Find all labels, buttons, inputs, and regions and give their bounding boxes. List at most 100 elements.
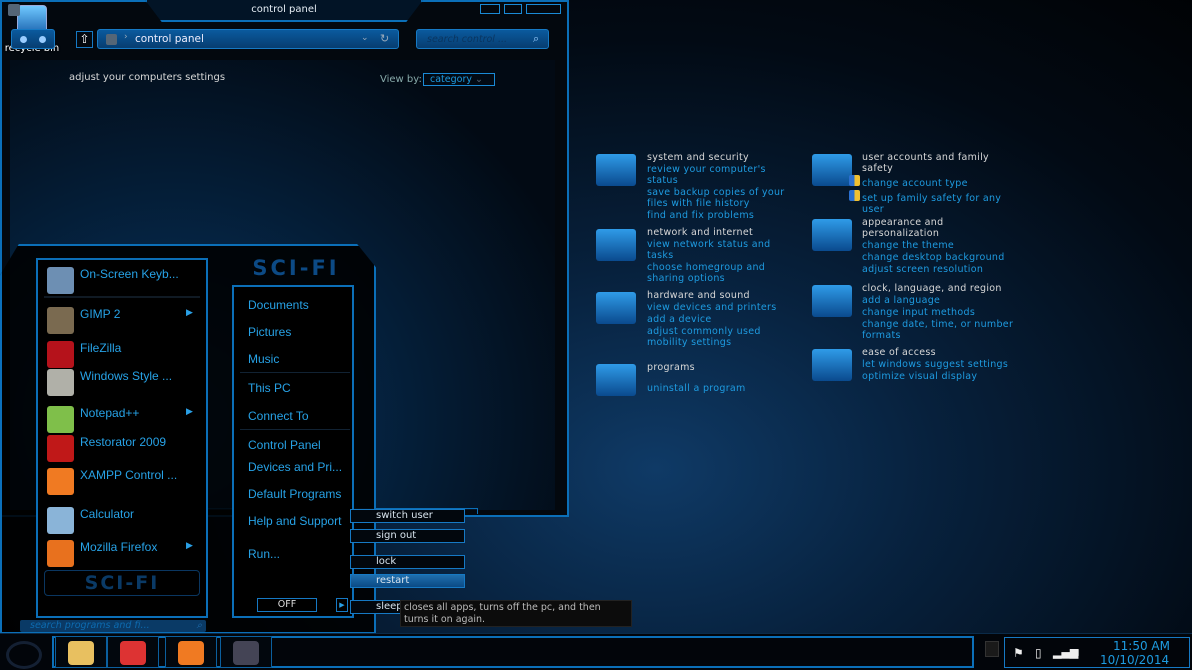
link-text[interactable]: choose homegroup and sharing options — [647, 262, 765, 284]
submenu-arrow-icon[interactable]: ▶ — [186, 308, 193, 318]
taskbar-button-chrome[interactable] — [107, 636, 159, 668]
link-text[interactable]: let windows suggest settings — [862, 359, 1008, 370]
users-icon[interactable] — [812, 154, 852, 186]
close-button[interactable] — [526, 4, 561, 14]
clock-time[interactable]: 11:50 AM — [1113, 639, 1170, 653]
minimize-button[interactable] — [480, 4, 500, 14]
action-center-flag-icon[interactable]: ⚑ — [1013, 646, 1024, 660]
power-menu-item[interactable]: sign out — [350, 529, 465, 543]
program-item[interactable]: Restorator 2009 — [80, 435, 166, 449]
place-item[interactable]: Pictures — [248, 325, 291, 339]
back-icon[interactable] — [20, 36, 27, 43]
monitor-shield-icon[interactable] — [596, 154, 636, 186]
submenu-arrow-icon[interactable]: ▶ — [186, 541, 193, 551]
start-search-input[interactable]: search programs and fi... ⌕ — [20, 620, 206, 632]
category-link[interactable]: review your computer's status — [647, 164, 797, 186]
place-item[interactable]: Run... — [248, 547, 280, 561]
taskbar-button-music[interactable] — [220, 636, 272, 668]
link-text[interactable]: change date, time, or number formats — [862, 319, 1013, 341]
link-text[interactable]: change account type — [862, 178, 968, 189]
category-link[interactable]: change the theme — [862, 240, 1017, 251]
shutdown-button[interactable]: OFF — [257, 598, 317, 612]
clock-date[interactable]: 10/10/2014 — [1100, 653, 1169, 667]
palette-icon[interactable] — [812, 219, 852, 251]
place-item[interactable]: Control Panel — [248, 438, 321, 452]
place-item[interactable]: Devices and Pri... — [248, 460, 342, 474]
link-text[interactable]: change desktop background — [862, 252, 1005, 263]
category-link[interactable]: choose homegroup and sharing options — [647, 262, 797, 284]
power-menu-item[interactable]: switch user — [350, 509, 465, 523]
category-title[interactable]: appearance and personalization — [862, 217, 1017, 239]
program-item[interactable]: Notepad++ — [80, 406, 139, 420]
maximize-button[interactable] — [504, 4, 522, 14]
address-bar[interactable]: › control panel ⌄ ↻ — [97, 29, 399, 49]
gamepad-icon[interactable] — [596, 292, 636, 324]
category-link[interactable]: uninstall a program — [647, 383, 797, 394]
refresh-icon[interactable]: ↻ — [380, 32, 389, 45]
search-icon[interactable]: ⌕ — [533, 32, 539, 46]
program-item[interactable]: On-Screen Keyb... — [80, 267, 179, 281]
place-item[interactable]: Default Programs — [248, 487, 341, 501]
link-text[interactable]: change input methods — [862, 307, 975, 318]
link-text[interactable]: optimize visual display — [862, 371, 977, 382]
category-title[interactable]: ease of access — [862, 347, 1017, 358]
show-hidden-icons-button[interactable] — [985, 641, 999, 657]
category-link[interactable]: find and fix problems — [647, 210, 797, 221]
submenu-arrow-icon[interactable]: ▶ — [186, 407, 193, 417]
place-item[interactable]: Music — [248, 352, 279, 366]
link-text[interactable]: change the theme — [862, 240, 954, 251]
category-link[interactable]: save backup copies of your files with fi… — [647, 187, 797, 209]
category-link[interactable]: add a device — [647, 314, 797, 325]
breadcrumb[interactable]: control panel — [135, 33, 204, 45]
up-arrow-icon[interactable]: ⇧ — [76, 31, 93, 48]
category-title[interactable]: clock, language, and region — [862, 283, 1017, 294]
taskbar-button-file-explorer[interactable] — [55, 636, 107, 668]
category-link[interactable]: change input methods — [862, 307, 1017, 318]
volume-icon[interactable]: 🔈︎ — [1075, 645, 1082, 660]
link-text[interactable]: view network status and tasks — [647, 239, 770, 261]
category-link[interactable]: adjust commonly used mobility settings — [647, 326, 797, 348]
link-text[interactable]: view devices and printers — [647, 302, 776, 313]
place-item[interactable]: This PC — [248, 381, 291, 395]
link-text[interactable]: save backup copies of your files with fi… — [647, 187, 784, 209]
category-title[interactable]: network and internet — [647, 227, 797, 238]
search-input[interactable]: search control ... ⌕ — [416, 29, 549, 49]
category-link[interactable]: adjust screen resolution — [862, 264, 1017, 275]
program-item[interactable]: Mozilla Firefox — [80, 540, 157, 554]
category-link[interactable]: set up family safety for any user — [849, 190, 1017, 215]
start-button[interactable] — [6, 641, 42, 669]
link-text[interactable]: adjust commonly used mobility settings — [647, 326, 761, 348]
category-link[interactable]: add a language — [862, 295, 1017, 306]
category-link[interactable]: view devices and printers — [647, 302, 797, 313]
category-link[interactable]: change desktop background — [862, 252, 1017, 263]
place-item[interactable]: Connect To — [248, 409, 309, 423]
power-menu-item[interactable]: lock — [350, 555, 465, 569]
search-icon[interactable]: ⌕ — [197, 620, 202, 632]
gear-folder-icon[interactable] — [596, 364, 636, 396]
ease-access-icon[interactable] — [812, 349, 852, 381]
power-menu-item[interactable]: restart — [350, 574, 465, 588]
program-item[interactable]: Windows Style ... — [80, 369, 172, 383]
power-options-arrow-icon[interactable]: ▶ — [336, 598, 348, 612]
category-link[interactable]: let windows suggest settings — [862, 359, 1017, 370]
clock-folder-icon[interactable] — [812, 285, 852, 317]
category-title[interactable]: system and security — [647, 152, 797, 163]
category-link[interactable]: change account type — [849, 175, 1017, 189]
place-item[interactable]: Help and Support — [248, 514, 341, 528]
view-by-dropdown[interactable]: category ⌄ — [423, 73, 495, 86]
program-item[interactable]: GIMP 2 — [80, 307, 120, 321]
link-text[interactable]: review your computer's status — [647, 164, 766, 186]
category-link[interactable]: view network status and tasks — [647, 239, 797, 261]
chevron-down-icon[interactable]: ⌄ — [361, 33, 369, 43]
taskbar-button-xampp[interactable] — [165, 636, 217, 668]
battery-icon[interactable]: ▯ — [1035, 646, 1042, 660]
place-item[interactable]: Documents — [248, 298, 309, 312]
link-text[interactable]: adjust screen resolution — [862, 264, 983, 275]
category-title[interactable]: programs — [647, 362, 797, 373]
program-item[interactable]: Calculator — [80, 507, 134, 521]
link-text[interactable]: add a language — [862, 295, 940, 306]
link-text[interactable]: uninstall a program — [647, 383, 746, 394]
program-item[interactable]: FileZilla — [80, 341, 121, 355]
back-forward-buttons[interactable] — [11, 29, 55, 49]
category-title[interactable]: hardware and sound — [647, 290, 797, 301]
